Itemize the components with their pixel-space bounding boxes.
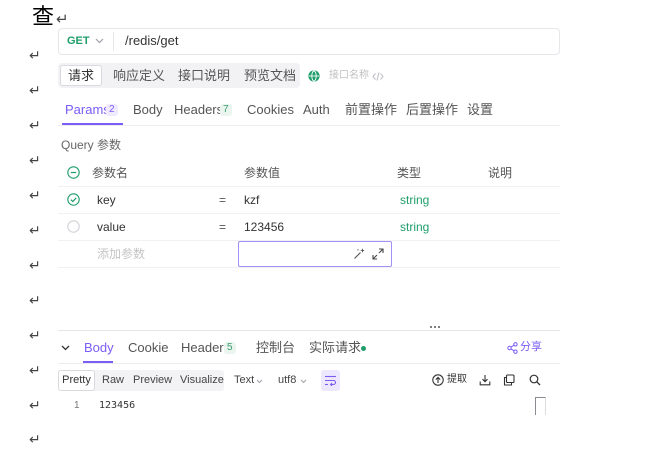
line-number: 1: [74, 400, 80, 411]
tab-cookies[interactable]: Cookies: [247, 102, 294, 118]
tab-request[interactable]: 请求: [60, 65, 102, 86]
column-header-value: 参数值: [244, 166, 281, 180]
chevron-down-icon[interactable]: [95, 38, 104, 44]
tab-api-description[interactable]: 接口说明: [178, 68, 230, 84]
method-select[interactable]: GET: [67, 34, 90, 48]
view-mode-preview[interactable]: Preview: [133, 374, 172, 387]
view-mode-visualize[interactable]: Visualize: [180, 374, 224, 387]
drag-handle-icon[interactable]: [429, 325, 441, 329]
response-tab-cookie[interactable]: Cookie: [128, 340, 168, 356]
share-icon[interactable]: [507, 342, 518, 354]
tab-body[interactable]: Body: [133, 102, 163, 118]
params-count-badge: 2: [106, 104, 118, 116]
header-count-badge: 5: [224, 342, 236, 354]
return-mark: ↵: [29, 188, 41, 204]
param-value-cell[interactable]: kzf: [244, 193, 259, 207]
expand-icon[interactable]: [372, 248, 384, 260]
response-tab-console[interactable]: 控制台: [256, 340, 295, 356]
empty-circle-icon[interactable]: [67, 220, 80, 233]
document-heading: 查: [32, 4, 55, 29]
response-tabs-divider: [58, 363, 560, 364]
response-tab-header[interactable]: Header: [181, 340, 224, 356]
column-header-description: 说明: [488, 166, 513, 180]
format-select[interactable]: Text: [234, 374, 254, 387]
tab-settings[interactable]: 设置: [467, 102, 493, 118]
table-row: [58, 214, 560, 240]
share-button[interactable]: 分享: [520, 341, 542, 354]
api-name-input[interactable]: 接口名称: [329, 70, 369, 82]
return-mark: ↵: [29, 118, 41, 134]
check-circle-icon[interactable]: [67, 193, 80, 206]
query-section-title: Query 参数: [61, 138, 122, 152]
param-name-cell[interactable]: value: [97, 220, 126, 234]
chevron-down-icon[interactable]: [61, 345, 70, 351]
panel-splitter[interactable]: [58, 330, 560, 331]
extract-icon[interactable]: [432, 374, 444, 386]
tab-auth[interactable]: Auth: [303, 102, 330, 118]
copy-icon[interactable]: [503, 374, 515, 386]
tab-params[interactable]: Params: [65, 102, 110, 118]
return-mark: ↵: [29, 83, 41, 99]
return-mark: ↵: [29, 432, 41, 448]
return-mark: ↵: [29, 328, 41, 344]
search-icon[interactable]: [529, 374, 541, 386]
code-icon[interactable]: [372, 71, 384, 82]
tabs-divider: [58, 125, 560, 126]
param-type-cell[interactable]: string: [400, 220, 429, 234]
download-icon[interactable]: [479, 374, 491, 386]
globe-icon[interactable]: [308, 70, 320, 82]
response-tab-actual-request[interactable]: 实际请求: [309, 340, 361, 356]
extract-button[interactable]: 提取: [447, 374, 467, 386]
method-divider: [113, 32, 114, 51]
tab-preview-docs[interactable]: 预览文档: [244, 68, 296, 84]
new-param-name-input[interactable]: 添加参数: [97, 247, 145, 261]
table-row: [58, 187, 560, 213]
return-mark: ↵: [29, 223, 41, 239]
return-mark: ↵: [29, 398, 41, 414]
magic-wand-icon[interactable]: [353, 248, 365, 260]
param-type-cell[interactable]: string: [400, 193, 429, 207]
row-divider: [58, 267, 560, 268]
return-mark: ↵: [29, 153, 41, 169]
wrap-icon[interactable]: [324, 375, 337, 386]
editor-scrollbar[interactable]: [535, 397, 546, 415]
new-param-value-input[interactable]: [238, 241, 392, 267]
tab-response-definition[interactable]: 响应定义: [113, 68, 165, 84]
tab-post-processors[interactable]: 后置操作: [406, 102, 458, 118]
param-operator: =: [219, 220, 227, 234]
tab-headers[interactable]: Headers: [174, 102, 223, 118]
headers-count-badge: 7: [220, 104, 232, 116]
status-dot: [361, 346, 366, 351]
return-mark: ↵: [29, 363, 41, 379]
charset-select[interactable]: utf8: [278, 374, 296, 387]
view-mode-raw[interactable]: Raw: [102, 374, 124, 387]
return-mark: ↵: [29, 258, 41, 274]
response-tab-body[interactable]: Body: [84, 340, 114, 356]
return-mark: ↵: [29, 293, 41, 309]
minus-circle-icon[interactable]: [67, 166, 80, 179]
return-mark: ↵: [29, 48, 41, 64]
code-line: 123456: [99, 400, 136, 411]
return-mark: ↵: [56, 10, 69, 28]
param-name-cell[interactable]: key: [97, 193, 116, 207]
param-operator: =: [219, 193, 227, 207]
tab-pre-processors[interactable]: 前置操作: [345, 102, 397, 118]
param-value-cell[interactable]: 123456: [244, 220, 284, 234]
chevron-down-icon[interactable]: [300, 379, 307, 384]
chevron-down-icon[interactable]: [256, 379, 263, 384]
url-input[interactable]: /redis/get: [125, 33, 178, 49]
column-header-type: 类型: [397, 166, 422, 180]
view-mode-pretty[interactable]: Pretty: [58, 370, 95, 391]
column-header-name: 参数名: [92, 166, 129, 180]
